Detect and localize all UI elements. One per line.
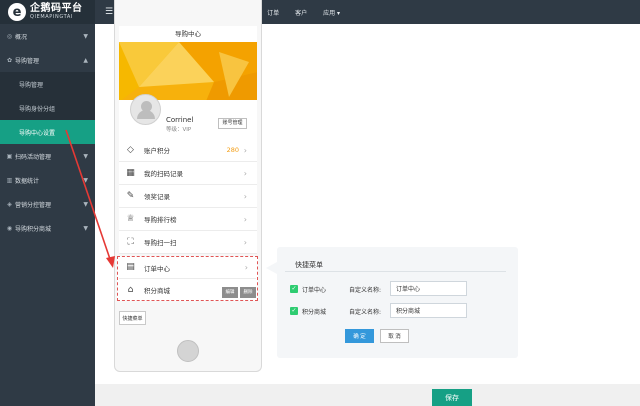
sidebar-item-label: 导购身份分组: [19, 105, 56, 113]
points-mall-checkbox[interactable]: ✓: [290, 307, 298, 315]
menu-item-label: 领奖记录: [144, 193, 170, 201]
logo-icon: e: [8, 3, 26, 21]
quick-item-label: 订单中心: [144, 264, 170, 273]
points-value: 280: [226, 146, 239, 154]
avatar: [130, 94, 161, 125]
menu-item-label: 账户积分: [144, 147, 170, 155]
sidebar-item-label: 导购积分商城: [15, 225, 52, 233]
edit-chip[interactable]: 编辑: [222, 287, 238, 298]
sidebar-item-label: 概况: [15, 33, 28, 41]
sidebar-item-points-mall[interactable]: ◉ 导购积分商城 ▼: [0, 216, 95, 240]
sidebar-item-label: 营销分控管理: [15, 201, 52, 209]
sidebar-item-guide-management[interactable]: ✿ 导购管理 ▲: [0, 48, 95, 72]
menu-item-label: 导购排行榜: [144, 216, 177, 224]
sidebar-item-scan-activity[interactable]: ▣ 扫码活动管理 ▼: [0, 144, 95, 168]
overview-icon: ◎: [6, 32, 13, 40]
scan-icon: ⛶: [127, 236, 134, 247]
points-mall-name-label: 自定义名称:: [349, 309, 382, 316]
chevron-down-icon: ▼: [83, 32, 88, 40]
menu-item-leaderboard[interactable]: ♕ 导购排行榜 ›: [119, 208, 257, 231]
orders-name-input[interactable]: [390, 281, 467, 296]
diamond-icon: ◇: [127, 144, 134, 155]
logo-title: 企鹅码平台: [30, 3, 83, 14]
pen-icon: ✎: [126, 190, 135, 201]
sidebar-item-label: 扫码活动管理: [15, 153, 52, 161]
gear-icon: ✿: [6, 56, 13, 64]
orders-checkbox-label: 订单中心: [302, 287, 327, 294]
chevron-down-icon: ▼: [83, 152, 88, 160]
menu-item-scan-records[interactable]: ▦ 我的扫码记录 ›: [119, 162, 257, 185]
sidebar: e 企鹅码平台 QIEMAPINGTAI ◎ 概况 ▼ ✿ 导购管理 ▲ 导购管…: [0, 0, 95, 406]
account-manage-button[interactable]: 账号管理: [218, 118, 247, 129]
top-link-apps[interactable]: 应用 ▾: [323, 8, 340, 17]
menu-item-award-records[interactable]: ✎ 领奖记录 ›: [119, 185, 257, 208]
chevron-right-icon: ›: [243, 145, 247, 155]
quick-item-label: 积分商城: [144, 287, 170, 295]
delete-chip[interactable]: 删除: [240, 287, 256, 298]
quick-item-orders[interactable]: ▤ 订单中心 ›: [119, 257, 256, 279]
confirm-button[interactable]: 确 定: [345, 329, 374, 343]
cart-icon: ◉: [6, 224, 13, 232]
points-mall-name-input[interactable]: [390, 303, 467, 318]
chevron-up-icon: ▲: [83, 56, 88, 64]
top-link-customers[interactable]: 客户: [295, 8, 307, 17]
chart-icon: ▥: [6, 176, 13, 184]
user-level: 等级：VIP: [166, 127, 192, 133]
cancel-button[interactable]: 取 消: [380, 329, 409, 343]
chevron-right-icon: ›: [243, 237, 247, 247]
sidebar-subitem-guide-management[interactable]: 导购管理: [0, 72, 95, 96]
chevron-down-icon: ▼: [83, 200, 88, 208]
sidebar-nav: ◎ 概况 ▼ ✿ 导购管理 ▲ 导购管理 导购身份分组 导购中心设置 ▣ 扫码活…: [0, 24, 95, 240]
menu-item-label: 导购扫一扫: [144, 239, 177, 247]
user-name: Corrinel: [166, 116, 194, 124]
store-icon: ⌂: [127, 284, 134, 295]
phone-home-button: [177, 340, 199, 362]
top-link-orders[interactable]: 订单: [267, 8, 279, 17]
sidebar-item-label: 导购管理: [15, 57, 40, 65]
bottom-bar: [95, 384, 640, 406]
panel-divider: [285, 271, 506, 272]
sidebar-item-label: 数据统计: [15, 177, 40, 185]
document-icon: ▤: [126, 262, 135, 272]
shield-icon: ◈: [7, 200, 12, 208]
sidebar-subitem-guide-groups[interactable]: 导购身份分组: [0, 96, 95, 120]
sidebar-item-label: 导购中心设置: [19, 129, 56, 137]
menu-item-scan[interactable]: ⛶ 导购扫一扫 ›: [119, 231, 257, 254]
logo: e 企鹅码平台 QIEMAPINGTAI: [0, 0, 95, 24]
logo-subtitle: QIEMAPINGTAI: [30, 14, 73, 20]
chevron-right-icon: ›: [244, 263, 248, 272]
panel-title: 快捷菜单: [295, 261, 323, 269]
sidebar-item-label: 导购管理: [19, 81, 44, 89]
phone-title: 导购中心: [119, 26, 257, 42]
quick-menu-button[interactable]: 快捷菜单: [119, 311, 146, 325]
sidebar-item-statistics[interactable]: ▥ 数据统计 ▼: [0, 168, 95, 192]
phone-menu-list: ◇ 账户积分 280 › ▦ 我的扫码记录 › ✎ 领奖记录 › ♕ 导购排行榜…: [119, 139, 257, 254]
page-root: e 企鹅码平台 QIEMAPINGTAI ◎ 概况 ▼ ✿ 导购管理 ▲ 导购管…: [0, 0, 640, 406]
scan-icon: ▣: [6, 152, 13, 160]
orders-checkbox[interactable]: ✓: [290, 285, 298, 293]
points-mall-checkbox-label: 积分商城: [302, 309, 327, 316]
menu-item-label: 我的扫码记录: [144, 170, 183, 178]
sidebar-item-marketing-control[interactable]: ◈ 营销分控管理 ▼: [0, 192, 95, 216]
sidebar-subitem-guide-center-settings[interactable]: 导购中心设置: [0, 120, 95, 144]
menu-item-points[interactable]: ◇ 账户积分 280 ›: [119, 139, 257, 162]
save-button[interactable]: 保存: [432, 389, 472, 406]
trophy-icon: ♕: [126, 213, 135, 224]
chevron-down-icon: ▼: [83, 176, 88, 184]
panel-pointer: [266, 262, 277, 274]
chevron-right-icon: ›: [243, 214, 247, 224]
chevron-right-icon: ›: [243, 191, 247, 201]
chevron-down-icon: ▼: [83, 224, 88, 232]
sidebar-item-overview[interactable]: ◎ 概况 ▼: [0, 24, 95, 48]
chevron-right-icon: ›: [243, 168, 247, 178]
orders-name-label: 自定义名称:: [349, 287, 382, 294]
qr-record-icon: ▦: [126, 167, 135, 178]
